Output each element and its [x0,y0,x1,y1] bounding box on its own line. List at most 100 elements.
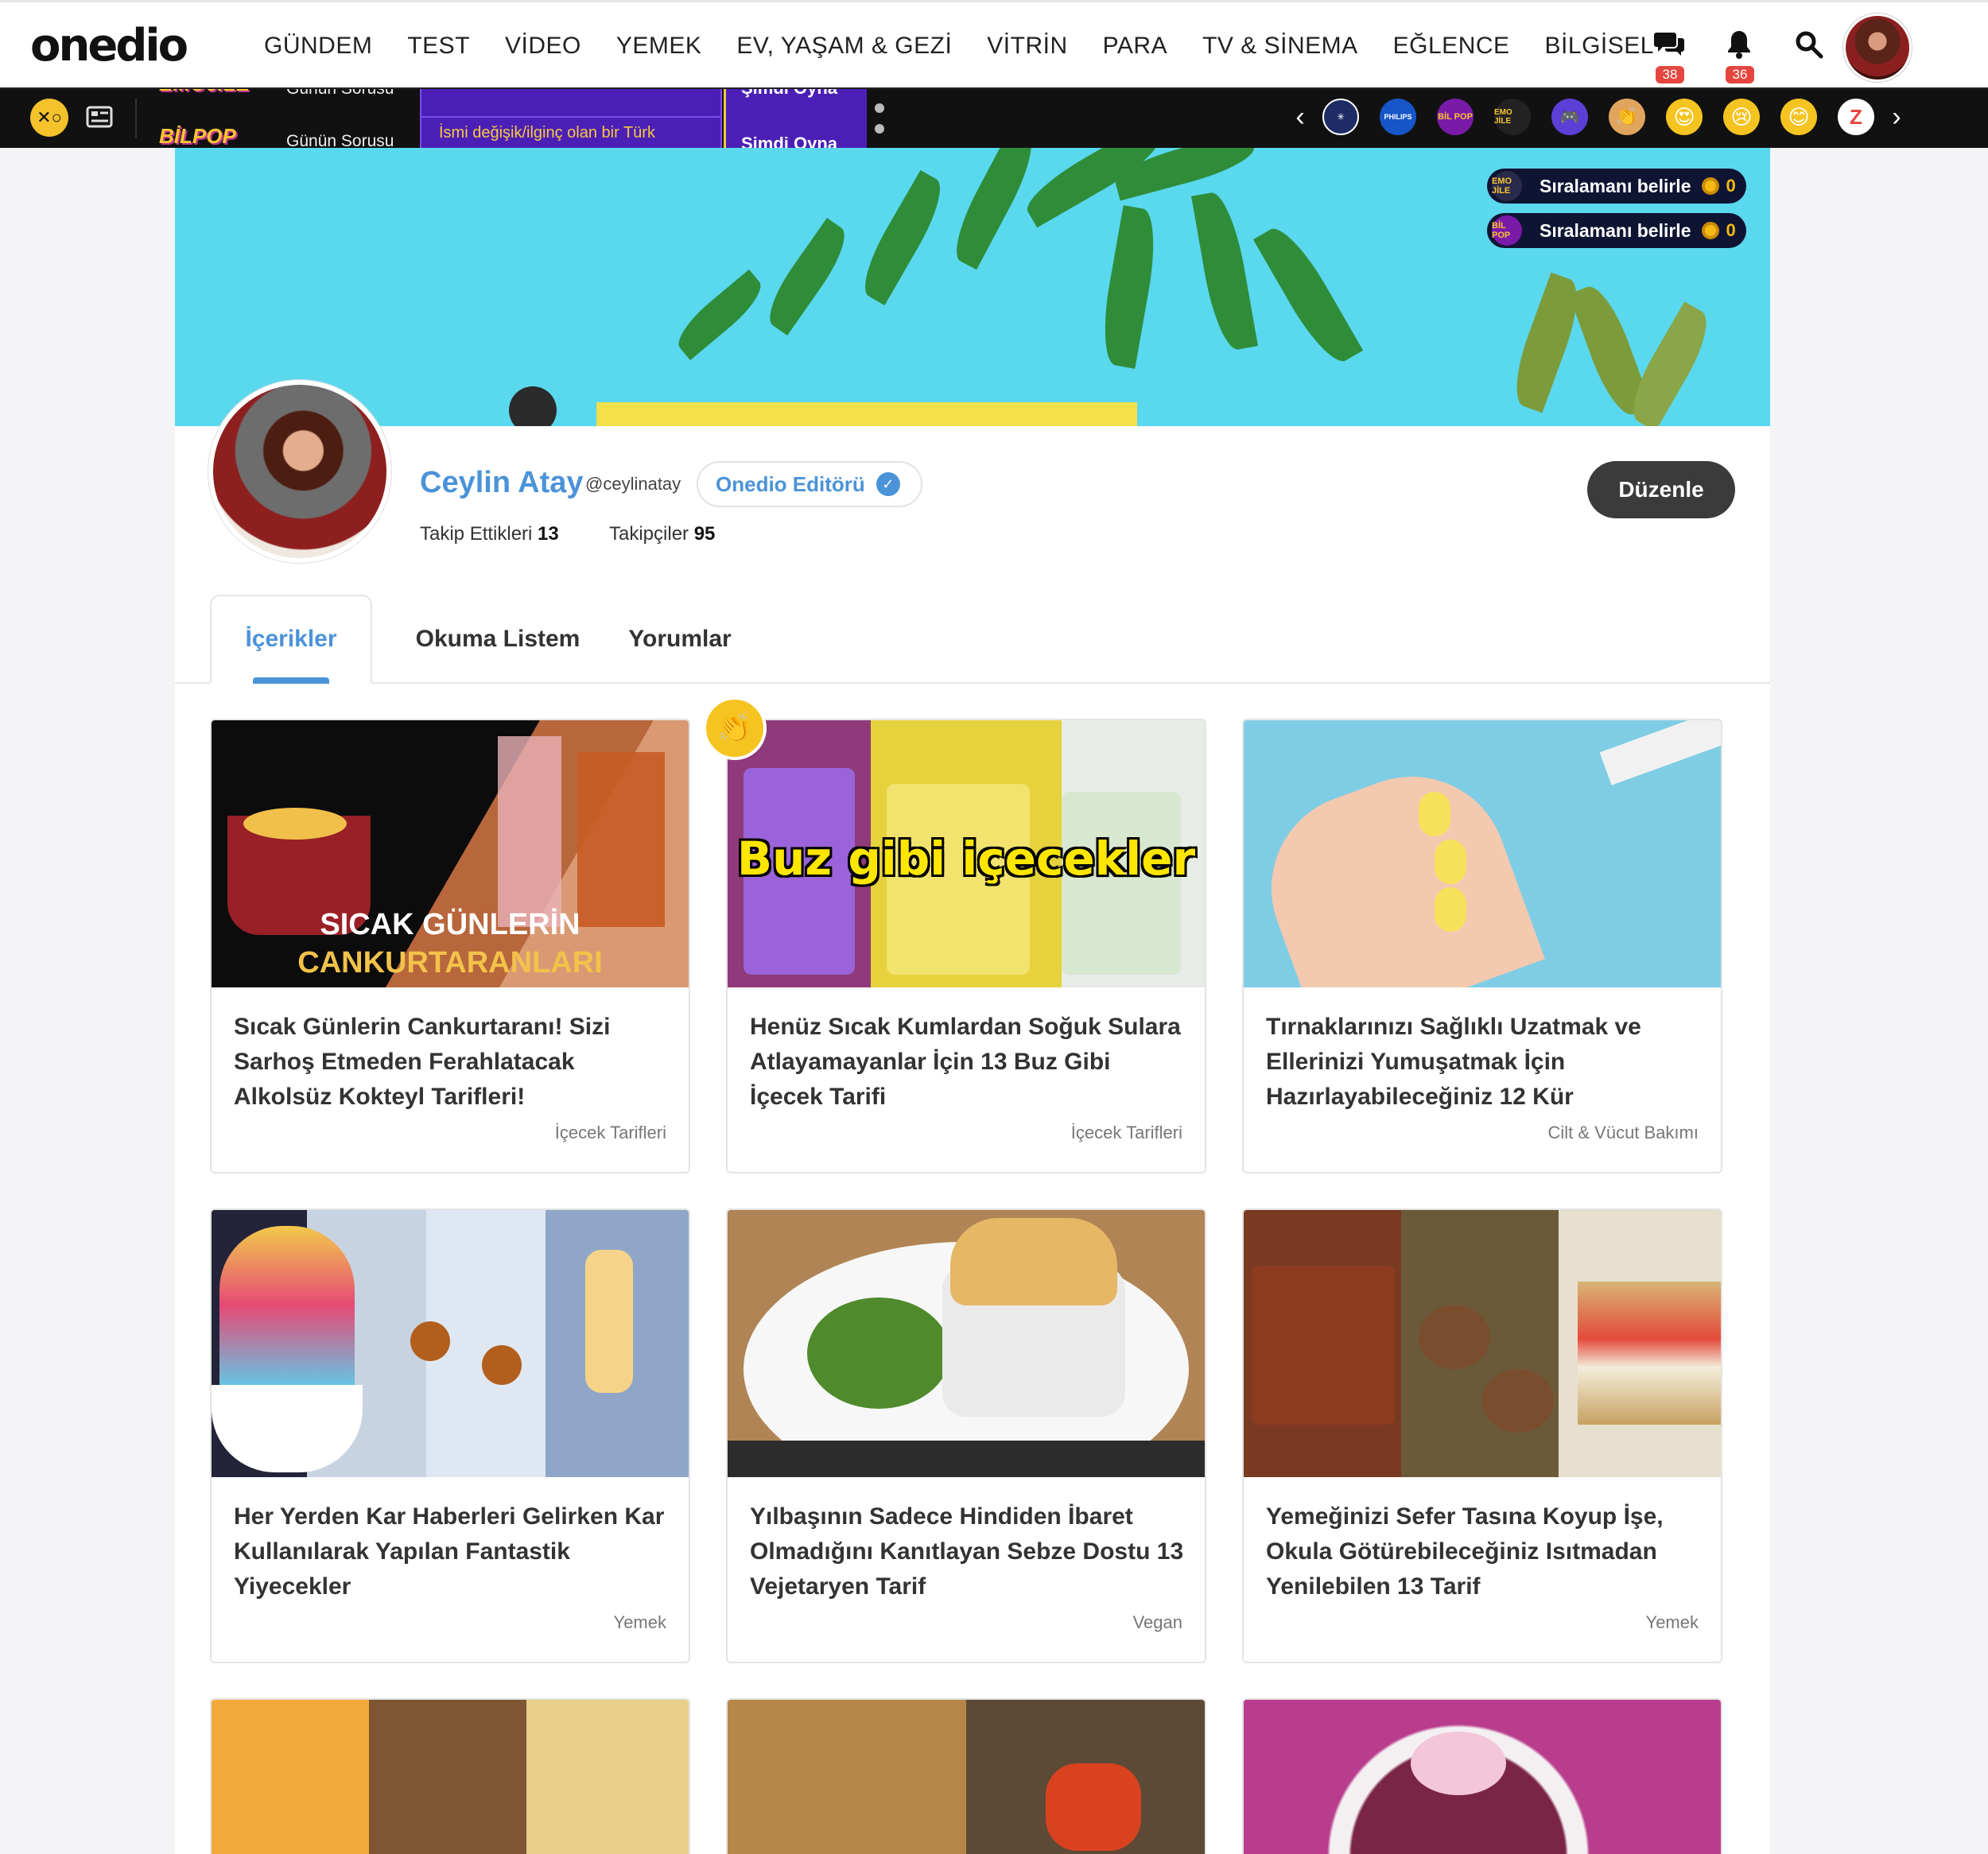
card-title[interactable]: Yemeğinizi Sefer Tasına Koyup İşe, Okula… [1266,1499,1702,1604]
menu-item-bilgisel[interactable]: BİLGİSEL [1545,33,1654,60]
content-card[interactable]: Yılbaşının Sadece Hindiden İbaret Olmadı… [726,1208,1206,1663]
card-thumbnail [728,1210,1205,1477]
coin-icon [1702,222,1720,239]
content-card-partial[interactable] [1242,1698,1722,1854]
content-card[interactable]: Her Yerden Kar Haberleri Gelirken Kar Ku… [210,1208,690,1663]
edit-profile-button[interactable]: Düzenle [1587,461,1735,518]
bilpop-logo: BİLPOP [159,124,236,148]
rank-label: Sıralamanı belirle [1540,175,1691,196]
chat-bubbles-icon[interactable] [1651,26,1687,63]
menu-item-test[interactable]: TEST [407,33,470,60]
gamepad-reaction-icon[interactable]: 🎮 [1551,99,1588,135]
menu-item-para[interactable]: PARA [1103,33,1167,60]
menu-item-yemek[interactable]: YEMEK [616,33,702,60]
card-thumbnail [1244,720,1721,987]
gamepad-icon[interactable]: ✕○ [30,99,68,137]
rank-points: 0 [1726,220,1736,240]
card-category[interactable]: Cilt & Vücut Bakımı [1547,1123,1699,1143]
bell-icon[interactable] [1721,26,1757,63]
rank-points: 0 [1726,176,1736,196]
card-category[interactable]: İçecek Tarifleri [1071,1123,1182,1143]
content-card[interactable]: Yemeğinizi Sefer Tasına Koyup İşe, Okula… [1242,1208,1722,1663]
emojile-logo: EMOJİLE [159,89,250,96]
editor-badge: Onedio Editörü ✓ [697,461,922,507]
card-thumbnail [1244,1700,1721,1854]
ticker-play-label[interactable]: Şimdi Oyna [741,134,837,148]
clap-reaction-icon[interactable]: 👏 [703,696,767,760]
card-thumbnail: SICAK GÜNLERİN CANKURTARANLARI [212,720,689,987]
bilpop-rank-logo: BİL POP [1492,215,1522,246]
notifications-count-badge: 36 [1726,66,1754,83]
bilpop-rank-pill[interactable]: BİL POP Sıralamanı belirle 0 [1487,213,1746,248]
heart-eyes-icon[interactable]: 😍 [1666,99,1703,135]
editor-badge-label: Onedio Editörü [716,471,865,496]
daily-question-ticker[interactable]: EMOJİLE Günün Sorusu Şimdi Oyna BİLPOP G… [151,89,867,148]
content-card[interactable]: Buz gibi içecekler Henüz Sıcak Kumlardan… [726,719,1206,1173]
menu-item-eglence[interactable]: EĞLENCE [1393,33,1510,60]
emojile-icon[interactable]: EMO JİLE [1494,99,1531,135]
tab-contents[interactable]: İçerikler [210,595,372,684]
card-overlay-line2: CANKURTARANLARI [297,946,603,979]
card-title[interactable]: Sıcak Günlerin Cankurtaranı! Sizi Sarhoş… [234,1010,670,1115]
verified-check-icon: ✓ [876,472,900,496]
top-navigation: onedio GÜNDEM TEST VİDEO YEMEK EV, YAŞAM… [0,0,1988,89]
menu-item-tv-sinema[interactable]: TV & SİNEMA [1202,33,1358,60]
bilpop-icon[interactable]: BİL POP [1437,99,1474,135]
clap-icon[interactable]: 👏 [1609,99,1645,135]
tab-reading-list[interactable]: Okuma Listem [406,595,590,684]
philips-icon[interactable]: PHILIPS [1380,99,1416,135]
followers-label: Takipçiler [609,523,689,545]
card-thumbnail [212,1210,689,1477]
user-avatar[interactable] [1843,14,1912,82]
smile-icon[interactable]: 😊 [1780,99,1817,135]
following-stat[interactable]: Takip Ettikleri 13 [420,523,559,545]
card-category[interactable]: İçecek Tarifleri [555,1123,666,1143]
chevron-right-icon[interactable]: › [1885,102,1908,133]
profile-handle: @ceylinatay [585,474,681,494]
content-card-partial[interactable] [210,1698,690,1854]
ticker-pagination-dots[interactable] [875,103,884,145]
card-category[interactable]: Yemek [1646,1612,1699,1633]
cover-image: EMO JİLE Sıralamanı belirle 0 BİL POP Sı… [175,148,1770,426]
main-menu: GÜNDEM TEST VİDEO YEMEK EV, YAŞAM & GEZİ… [264,33,1689,60]
z-logo-icon[interactable]: Z [1838,99,1874,135]
coin-icon [1702,177,1720,195]
menu-item-video[interactable]: VİDEO [505,33,581,60]
card-title[interactable]: Her Yerden Kar Haberleri Gelirken Kar Ku… [234,1499,670,1604]
chevron-left-icon[interactable]: ‹ [1288,102,1312,133]
menu-item-gundem[interactable]: GÜNDEM [264,33,372,60]
card-thumbnail: Buz gibi içecekler [728,720,1205,987]
onedio-logo[interactable]: onedio [30,20,188,72]
search-icon[interactable] [1791,26,1827,63]
strip-divider [135,99,137,138]
card-title[interactable]: Tırnaklarınızı Sağlıklı Uzatmak ve Eller… [1266,1010,1702,1115]
profile-name: Ceylin Atay [420,466,584,499]
rank-label: Sıralamanı belirle [1540,219,1691,241]
menu-item-vitrin[interactable]: VİTRİN [987,33,1067,60]
card-overlay-line1: SICAK GÜNLERİN [320,908,580,941]
ticker-play-label-top[interactable]: Şimdi Oyna [741,89,837,99]
card-title[interactable]: Yılbaşının Sadece Hindiden İbaret Olmadı… [750,1499,1186,1604]
messages-count-badge: 38 [1656,66,1684,83]
games-strip: ✕○ EMOJİLE Günün Sorusu Şimdi Oyna BİLPO… [0,89,1988,148]
ticker-label: Günün Sorusu [286,132,394,148]
card-thumbnail [212,1700,689,1854]
content-card[interactable]: SICAK GÜNLERİN CANKURTARANLARI Sıcak Gün… [210,719,690,1173]
card-category[interactable]: Yemek [614,1612,666,1633]
content-card[interactable]: Tırnaklarınızı Sağlıklı Uzatmak ve Eller… [1242,719,1722,1173]
profile-tabs: İçerikler Okuma Listem Yorumlar [175,595,1770,684]
uk-flag-icon[interactable]: ✳ [1322,99,1359,135]
sad-face-icon[interactable]: 😢 [1723,99,1760,135]
card-overlay-line1: Buz gibi içecekler [736,832,1196,886]
emojile-rank-pill[interactable]: EMO JİLE Sıralamanı belirle 0 [1487,169,1746,204]
news-feed-icon[interactable] [86,105,113,132]
menu-item-ev-yasam-gezi[interactable]: EV, YAŞAM & GEZİ [736,33,952,60]
content-card-partial[interactable] [726,1698,1206,1854]
card-category[interactable]: Vegan [1133,1612,1182,1633]
ticker-label-top: Günün Sorusu [286,89,394,99]
reaction-carousel: ‹ ✳ PHILIPS BİL POP EMO JİLE 🎮 👏 😍 😢 😊 Z… [1288,99,1908,135]
following-label: Takip Ettikleri [420,523,533,545]
followers-stat[interactable]: Takipçiler 95 [609,523,715,545]
tab-comments[interactable]: Yorumlar [612,595,747,684]
card-title[interactable]: Henüz Sıcak Kumlardan Soğuk Sulara Atlay… [750,1010,1186,1115]
